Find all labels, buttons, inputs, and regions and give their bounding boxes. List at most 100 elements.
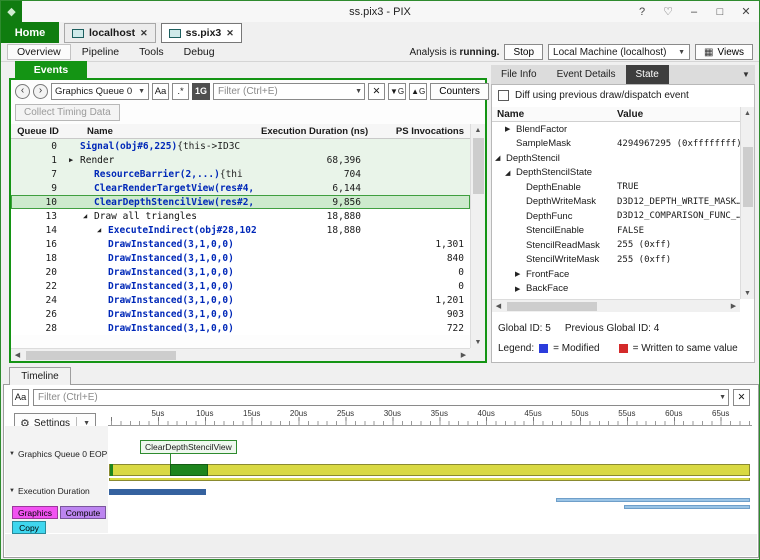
column-ps-invocations[interactable]: PS Invocations [367,126,470,137]
event-row[interactable]: 22DrawInstanced(3,1,0,0)0 [11,279,470,293]
event-name[interactable]: DrawInstanced(3,1,0,0) [108,295,234,306]
state-row[interactable]: ◢DepthStencilState [492,166,740,181]
tree-expander-icon[interactable]: ▶ [515,270,526,278]
event-row[interactable]: 10ClearDepthStencilView(res#2,9,856 [11,195,470,209]
chevron-down-icon[interactable]: ▼ [355,88,362,95]
event-row[interactable]: 20DrawInstanced(3,1,0,0)0 [11,265,470,279]
regex-button[interactable]: .* [172,83,189,100]
events-vertical-scrollbar[interactable]: ▲ ▼ [470,124,485,348]
event-row[interactable]: 18DrawInstanced(3,1,0,0)840 [11,251,470,265]
column-name[interactable]: Name [492,109,612,120]
machine-select[interactable]: Local Machine (localhost) ▼ [548,44,690,60]
tab-event-details[interactable]: Event Details [547,65,626,84]
collapse-icon[interactable]: ▼ [9,451,15,457]
tree-expander-icon[interactable]: ◢ [495,154,506,162]
event-name[interactable]: DrawInstanced(3,1,0,0) [108,267,234,278]
forward-button[interactable]: › [33,84,48,99]
event-row[interactable]: 7ResourceBarrier(2,...) {thi704 [11,167,470,181]
column-queue-id[interactable]: Queue ID [11,126,65,137]
event-filter-input[interactable] [213,83,365,100]
lane-graphics-queue-eop[interactable]: ▼ Graphics Queue 0 EOP [9,449,107,459]
state-row[interactable]: ◢DepthStencil [492,151,740,166]
event-row[interactable]: 26DrawInstanced(3,1,0,0)903 [11,307,470,321]
help-icon[interactable]: ? [629,1,655,22]
scroll-left-icon[interactable]: ◀ [492,300,505,312]
clear-filter-button[interactable]: ✕ [368,83,385,100]
event-name[interactable]: ClearDepthStencilView(res#2, [94,197,254,208]
tab-localhost[interactable]: localhost ✕ [64,23,156,43]
tree-expander-icon[interactable]: ◢ [505,169,516,177]
event-name[interactable]: DrawInstanced(3,1,0,0) [108,239,234,250]
tab-overview[interactable]: Overview [7,44,71,60]
scroll-right-icon[interactable]: ▶ [727,300,740,312]
scrollbar-thumb[interactable] [507,302,597,311]
counters-button[interactable]: Counters [430,83,489,100]
collect-timing-button[interactable]: Collect Timing Data [15,104,120,121]
stop-button[interactable]: Stop [504,44,543,60]
eop-timeline-bar[interactable] [109,464,750,476]
tree-expander-icon[interactable]: ◢ [97,226,108,234]
state-row[interactable]: ▶FrontFace [492,267,740,282]
event-row[interactable]: 9ClearRenderTargetView(res#4,6,144 [11,181,470,195]
views-button[interactable]: ▦ Views [695,44,753,60]
event-row[interactable]: 14◢ExecuteIndirect(obj#28,10218,880 [11,223,470,237]
maximize-button[interactable]: □ [707,1,733,22]
lane-execution-duration[interactable]: ▼ Execution Duration [9,486,90,496]
minimize-button[interactable]: – [681,1,707,22]
tree-expander-icon[interactable]: ◢ [83,212,94,220]
tab-debug[interactable]: Debug [175,45,224,59]
prev-match-button[interactable]: ▼G [388,83,406,100]
tab-tools[interactable]: Tools [130,45,173,59]
events-panel-header[interactable]: Events [15,61,87,79]
chevron-down-icon[interactable]: ▼ [719,394,726,401]
column-value[interactable]: Value [612,109,740,120]
back-button[interactable]: ‹ [15,84,30,99]
timeline-tab[interactable]: Timeline [9,367,71,385]
chevron-down-icon[interactable]: ▼ [737,65,755,84]
close-button[interactable]: ✕ [733,1,759,22]
event-row[interactable]: 13◢Draw all triangles18,880 [11,209,470,223]
scroll-down-icon[interactable]: ▼ [744,287,751,299]
queue-select[interactable]: Graphics Queue 0 ▼ [51,83,149,100]
event-name[interactable]: ResourceBarrier(2,...) [94,169,220,180]
selected-event-segment[interactable] [170,464,208,476]
collapse-icon[interactable]: ▼ [9,488,15,494]
timeline-filter-input[interactable] [33,389,729,406]
column-name[interactable]: Name [65,126,261,137]
event-name[interactable]: DrawInstanced(3,1,0,0) [108,281,234,292]
events-horizontal-scrollbar[interactable]: ◀ ▶ [11,348,470,361]
diff-checkbox[interactable] [498,90,509,101]
tab-pipeline[interactable]: Pipeline [73,45,128,59]
duration-bar-light-2[interactable] [624,505,750,509]
state-row[interactable]: ▶BlendFactor [492,122,740,137]
duration-bar-dark[interactable] [109,489,206,495]
state-row[interactable]: DepthWriteMaskD3D12_DEPTH_WRITE_MASK… [492,195,740,210]
state-horizontal-scrollbar[interactable]: ◀ ▶ [492,299,740,312]
scroll-up-icon[interactable]: ▲ [744,107,751,119]
tree-expander-icon[interactable]: ▶ [505,125,516,133]
timeline-ruler[interactable]: 5us10us15us20us25us30us35us40us45us50us5… [108,409,752,426]
next-match-button[interactable]: ▲G [409,83,427,100]
state-row[interactable]: StencilWriteMask255 (0xff) [492,253,740,268]
event-row[interactable]: 24DrawInstanced(3,1,0,0)1,201 [11,293,470,307]
column-execution-duration[interactable]: Execution Duration (ns) [261,126,367,137]
match-case-button[interactable]: Aa [12,389,29,406]
eop-timeline-strip[interactable] [109,478,750,481]
scrollbar-thumb[interactable] [473,138,484,194]
clear-filter-button[interactable]: ✕ [733,389,750,406]
scroll-left-icon[interactable]: ◀ [11,349,24,361]
event-row[interactable]: 28DrawInstanced(3,1,0,0)722 [11,321,470,335]
feedback-icon[interactable]: ♡ [655,1,681,22]
state-row[interactable]: StencilReadMask255 (0xff) [492,238,740,253]
tab-ss-pix3[interactable]: ss.pix3 ✕ [161,23,242,43]
scroll-up-icon[interactable]: ▲ [471,124,485,136]
event-name[interactable]: ExecuteIndirect(obj#28,102 [108,225,257,236]
event-name[interactable]: DrawInstanced(3,1,0,0) [108,253,234,264]
close-tab-icon[interactable]: ✕ [140,28,148,39]
state-row[interactable]: StencilEnableFALSE [492,224,740,239]
state-row[interactable]: ▶BackFace [492,282,740,297]
duration-bar-light-1[interactable] [556,498,750,502]
tree-expander-icon[interactable]: ▶ [69,156,80,164]
event-name[interactable]: DrawInstanced(3,1,0,0) [108,323,234,334]
event-row[interactable]: 16DrawInstanced(3,1,0,0)1,301 [11,237,470,251]
